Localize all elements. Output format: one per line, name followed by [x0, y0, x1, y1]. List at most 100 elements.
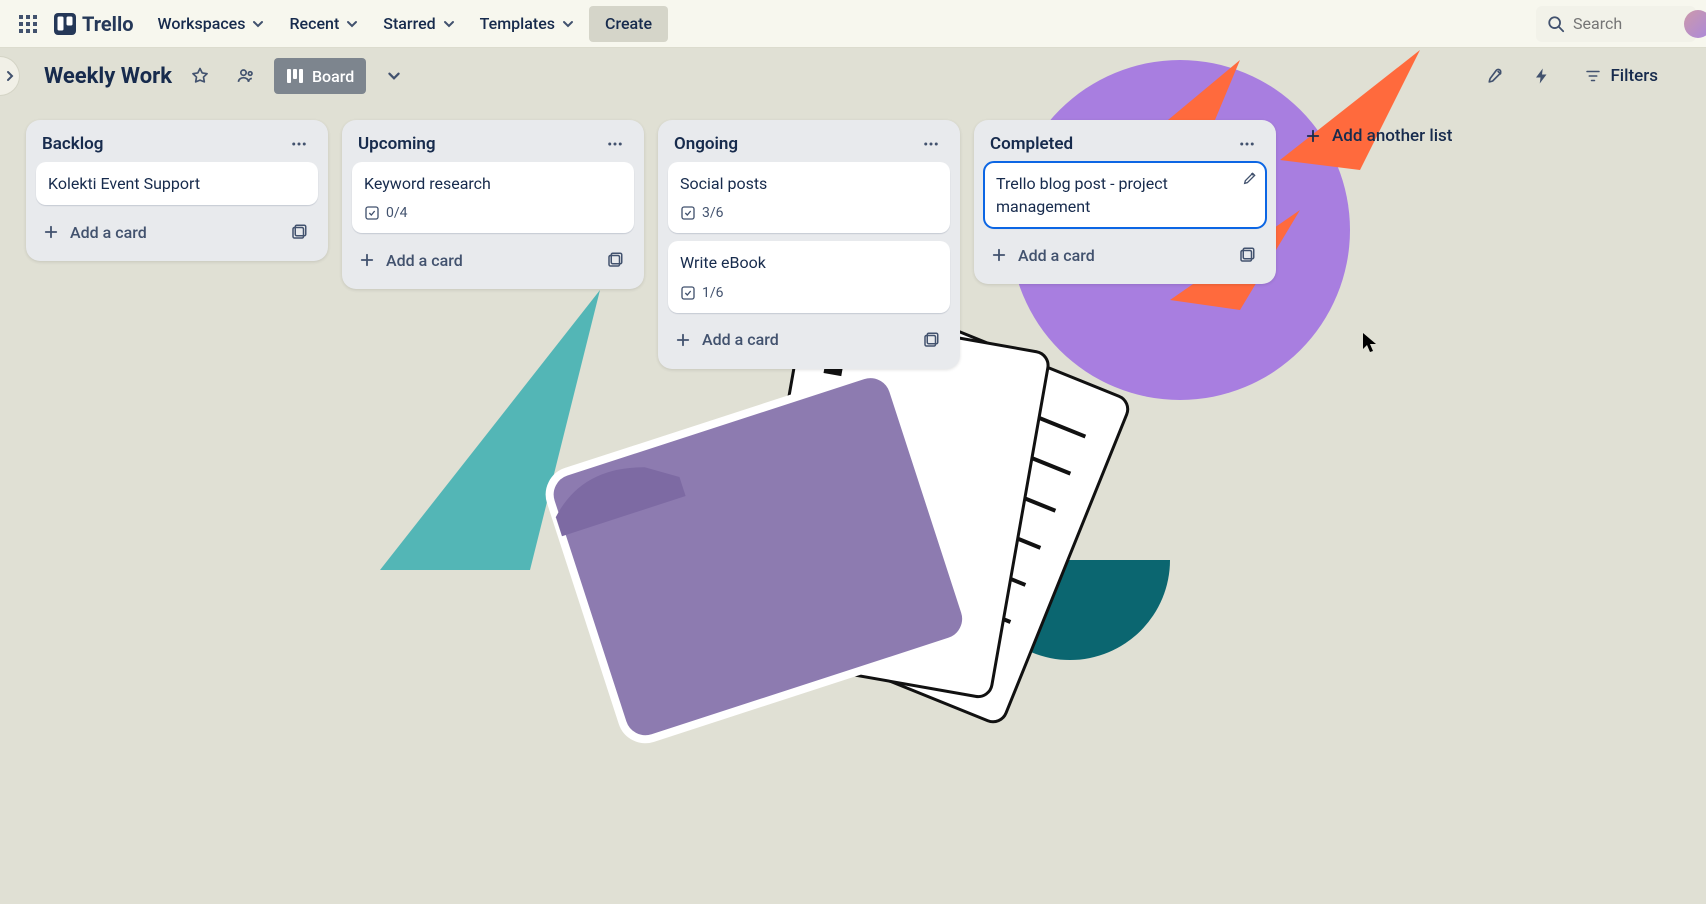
view-switcher-dropdown[interactable] [376, 58, 412, 94]
list-title[interactable]: Completed [990, 134, 1073, 154]
template-icon [922, 331, 940, 349]
apps-icon [19, 15, 37, 33]
list-title[interactable]: Upcoming [358, 134, 436, 154]
bolt-icon [1533, 67, 1551, 85]
trello-logo-text: Trello [82, 12, 134, 36]
add-card-button[interactable]: Add a card [358, 251, 463, 270]
plus-icon [990, 246, 1008, 264]
automation-button[interactable] [1524, 58, 1560, 94]
card-title: Write eBook [680, 253, 766, 272]
nav-recent[interactable]: Recent [279, 6, 369, 42]
list-menu-button[interactable] [918, 131, 944, 157]
view-switcher-board[interactable]: Board [274, 58, 366, 94]
card-template-button[interactable] [918, 327, 944, 353]
nav-recent-label: Recent [289, 14, 339, 33]
checklist-badge: 3/6 [702, 203, 724, 223]
chevron-down-icon [442, 17, 456, 31]
workspace-visibility-button[interactable] [228, 58, 264, 94]
chevron-right-icon [4, 70, 16, 82]
nav-templates-label: Templates [480, 14, 555, 33]
card-title: Social posts [680, 174, 767, 193]
card[interactable]: Social posts 3/6 [668, 162, 950, 233]
card-template-button[interactable] [286, 219, 312, 245]
trello-logo[interactable]: Trello [54, 12, 134, 36]
template-icon [606, 251, 624, 269]
filters-button[interactable]: Filters [1570, 58, 1672, 94]
list-menu-button[interactable] [602, 131, 628, 157]
nav-workspaces-label: Workspaces [158, 14, 246, 33]
edit-card-button[interactable] [1242, 170, 1258, 186]
view-switcher-label: Board [312, 67, 354, 86]
list-backlog: Backlog Kolekti Event Support Add a card [26, 120, 328, 261]
ellipsis-icon [922, 135, 940, 153]
checklist-icon [364, 205, 380, 221]
board-header: Weekly Work Board Filters [0, 48, 1706, 104]
checklist-icon [680, 285, 696, 301]
trello-logo-icon [54, 13, 76, 35]
nav-workspaces[interactable]: Workspaces [148, 6, 276, 42]
plus-icon [358, 251, 376, 269]
chevron-down-icon [251, 17, 265, 31]
template-icon [1238, 246, 1256, 264]
plus-icon [674, 331, 692, 349]
add-card-button[interactable]: Add a card [42, 223, 147, 242]
add-card-label: Add a card [702, 330, 779, 349]
list-menu-button[interactable] [1234, 131, 1260, 157]
powerups-button[interactable] [1478, 58, 1514, 94]
card-title: Kolekti Event Support [48, 174, 200, 193]
plus-icon [42, 223, 60, 241]
add-card-button[interactable]: Add a card [990, 246, 1095, 265]
add-list-button[interactable]: Add another list [1290, 114, 1466, 158]
list-title[interactable]: Backlog [42, 134, 103, 154]
checklist-badge: 0/4 [386, 203, 408, 223]
board-title[interactable]: Weekly Work [44, 64, 172, 89]
card-title: Trello blog post - project management [996, 174, 1168, 216]
card-template-button[interactable] [1234, 242, 1260, 268]
board-icon [286, 67, 304, 85]
create-button[interactable]: Create [589, 6, 668, 42]
list-menu-button[interactable] [286, 131, 312, 157]
nav-starred-label: Starred [383, 14, 435, 33]
card[interactable]: Write eBook 1/6 [668, 241, 950, 312]
checklist-icon [680, 205, 696, 221]
card[interactable]: Kolekti Event Support [36, 162, 318, 205]
template-icon [290, 223, 308, 241]
filter-icon [1584, 67, 1602, 85]
add-card-label: Add a card [1018, 246, 1095, 265]
chevron-down-icon [561, 17, 575, 31]
list-ongoing: Ongoing Social posts 3/6 Write eBook 1/6… [658, 120, 960, 369]
chevron-down-icon [345, 17, 359, 31]
card-badges: 0/4 [364, 203, 622, 223]
star-board-button[interactable] [182, 58, 218, 94]
add-list-label: Add another list [1332, 126, 1452, 146]
add-card-label: Add a card [70, 223, 147, 242]
add-card-button[interactable]: Add a card [674, 330, 779, 349]
list-completed: Completed Trello blog post - project man… [974, 120, 1276, 284]
star-icon [190, 66, 210, 86]
board-canvas[interactable]: Backlog Kolekti Event Support Add a card… [0, 104, 1706, 369]
list-upcoming: Upcoming Keyword research 0/4 Add a card [342, 120, 644, 289]
add-card-label: Add a card [386, 251, 463, 270]
card-title: Keyword research [364, 174, 491, 193]
user-avatar[interactable] [1684, 10, 1706, 38]
ellipsis-icon [1238, 135, 1256, 153]
sidebar-expand-button[interactable] [0, 56, 20, 96]
rocket-icon [1486, 66, 1506, 86]
nav-starred[interactable]: Starred [373, 6, 465, 42]
create-button-label: Create [605, 14, 652, 33]
apps-menu-button[interactable] [10, 6, 46, 42]
card-badges: 1/6 [680, 283, 938, 303]
list-title[interactable]: Ongoing [674, 134, 738, 154]
nav-templates[interactable]: Templates [470, 6, 585, 42]
cursor-icon [1362, 332, 1378, 354]
search-box[interactable] [1536, 6, 1696, 42]
card[interactable]: Keyword research 0/4 [352, 162, 634, 233]
search-icon [1547, 15, 1565, 33]
filters-button-label: Filters [1610, 66, 1658, 86]
card[interactable]: Trello blog post - project management [984, 162, 1266, 228]
card-template-button[interactable] [602, 247, 628, 273]
top-nav: Trello Workspaces Recent Starred Templat… [0, 0, 1706, 48]
checklist-badge: 1/6 [702, 283, 724, 303]
ellipsis-icon [606, 135, 624, 153]
search-input[interactable] [1573, 14, 1673, 33]
